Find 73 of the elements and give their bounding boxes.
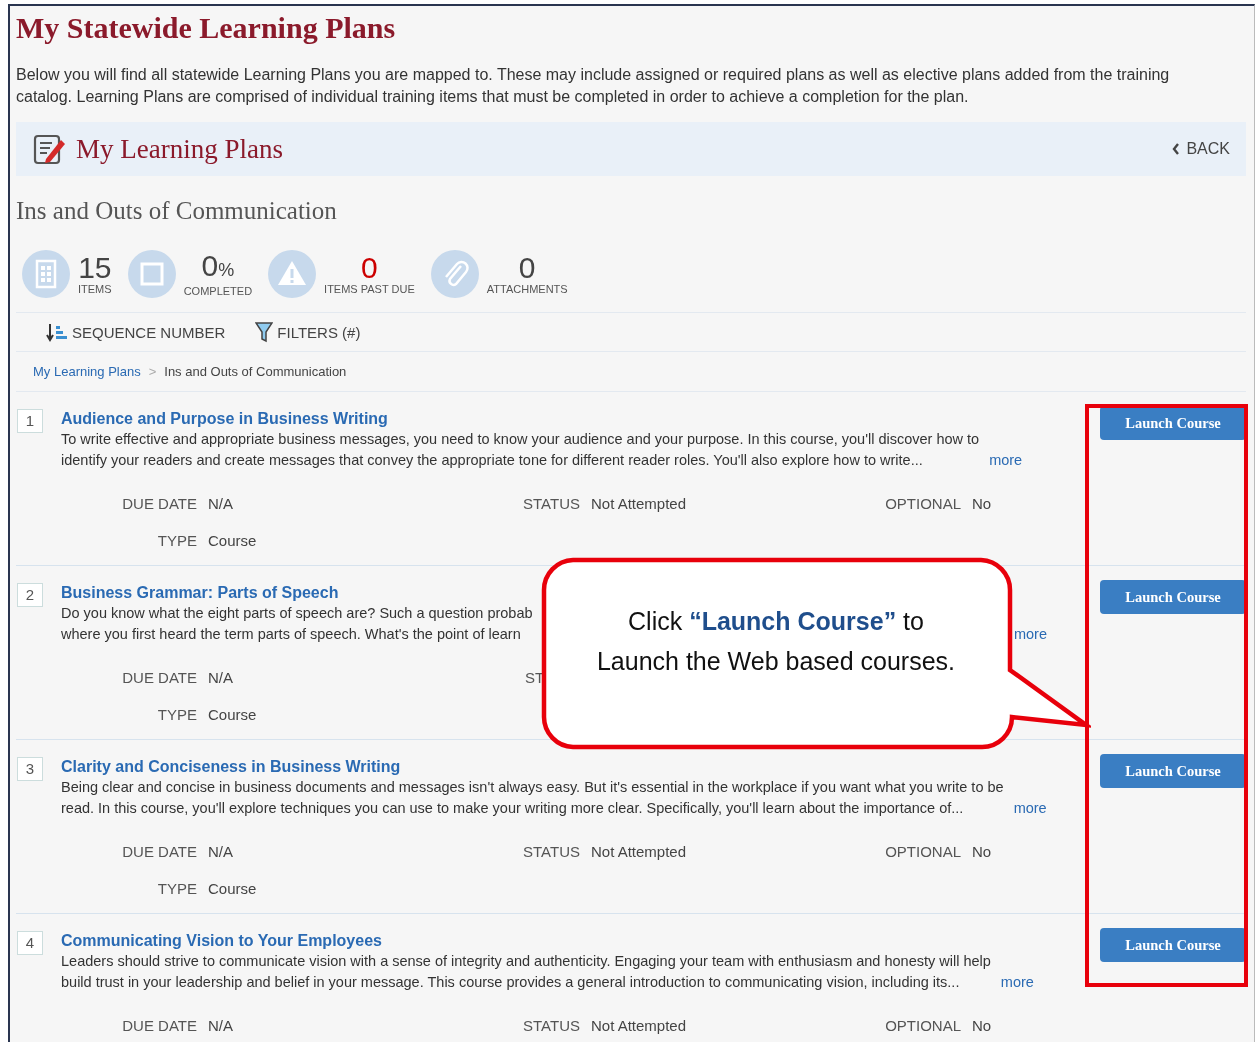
paperclip-icon [430,250,479,298]
field-label: DUE DATE [121,1017,197,1034]
intro-text: Below you will find all statewide Learning Plans you are mapped to. These may include assigned or required plans as well as elective plans added from the training catalog. Learning Plans are comprised of individual training items that must be completed in order to achieve a completion for the plan. [16,65,1171,107]
funnel-icon [255,321,274,343]
field-label: OPTIONAL [884,1017,961,1034]
plan-title: Ins and Outs of Communication [16,196,338,226]
field-value: Course [208,706,257,723]
item-number: 4 [17,931,43,955]
field-label: OPTIONAL [884,843,961,860]
item-number: 3 [17,757,43,781]
field-value: Not Attempted [591,1017,687,1034]
field-value: N/A [208,1017,233,1034]
stat-label: ITEMS PAST DUE [324,283,415,295]
filter-button[interactable]: FILTERS (#) [255,321,361,343]
field-value: No [972,843,992,860]
field-label: OPTIONAL [884,495,961,512]
field-value: Not Attempted [591,495,687,512]
edit-document-icon [32,132,66,166]
field-label: TYPE [156,706,197,723]
more-link[interactable]: more [989,450,1023,471]
field-label: STATUS [522,843,580,860]
course-title-link[interactable]: Business Grammar: Parts of Speech [61,583,339,603]
section-title: My Learning Plans [76,133,283,165]
field-value: Course [208,880,257,897]
field-value: No [972,1017,992,1034]
course-description: Do you know what the eight parts of speech are? Such a question probab where you first heard the term parts of speech. What's the point of learn [61,604,533,644]
course-description: To write effective and appropriate business messages, you need to know your audience and your purpose. In this course, you'll discover how to identify your readers and create messages that convey the appropriate tone for different reader roles. You'll also explore how to write... [61,430,980,470]
launch-course-button[interactable]: Launch Course [1100,928,1246,962]
launch-course-button[interactable]: Launch Course [1100,580,1246,614]
item-number: 1 [17,409,43,433]
course-description: Leaders should strive to communicate vision with a sense of integrity and authenticity. Engaging your team with enthusiasm and honesty will help build trust in your leadership and belief in your message. This course provides a general introduction to communicating vision, including its... [61,952,991,992]
course-description: Being clear and concise in business documents and messages isn't always easy. But it's essential in the workplace if you want what you write to be read. In this course, you'll explore techniques you can use to make your writing more clear. Specifically, you'll learn about the importance of... [61,778,1004,818]
course-title-link[interactable]: Clarity and Conciseness in Business Writing [61,757,401,777]
course-title-link[interactable]: Communicating Vision to Your Employees [61,931,382,951]
field-value: N/A [208,843,233,860]
field-label: DUE DATE [121,495,197,512]
stat-label: COMPLETED [183,285,253,297]
field-value: N/A [208,669,233,686]
stat-value: 0 [361,253,378,283]
breadcrumb-link[interactable]: My Learning Plans [33,364,141,379]
sort-button[interactable]: SEQUENCE NUMBER [46,321,226,343]
field-value: Course [208,532,257,549]
chevron-left-icon [1172,143,1181,155]
field-value: No [972,495,992,512]
more-link[interactable]: more [1013,624,1047,645]
sort-icon [46,322,68,342]
callout-text: Click “Launch Course” to Launch the Web based courses. [595,606,957,677]
back-link[interactable]: BACK [1172,140,1230,158]
checklist-icon [22,250,70,298]
breadcrumb-separator: > [148,364,157,379]
field-value: Not Attempted [591,843,687,860]
warning-icon [268,250,317,298]
stat-label: ITEMS [78,283,112,295]
more-link[interactable]: more [1000,972,1034,993]
stat-value: 0% [201,251,235,284]
field-value: N/A [208,495,233,512]
field-label: STATUS [522,1017,580,1034]
stat-label: ATTACHMENTS [486,283,568,295]
field-label: DUE DATE [121,669,197,686]
field-label: TYPE [156,532,197,549]
field-label: DUE DATE [121,843,197,860]
stat-value: 15 [78,253,112,283]
item-number: 2 [17,583,43,607]
field-label: TYPE [156,880,197,897]
stat-value: 0 [518,253,536,283]
course-title-link[interactable]: Audience and Purpose in Business Writing [61,409,388,429]
page-title: My Statewide Learning Plans [16,10,397,46]
launch-course-button[interactable]: Launch Course [1100,754,1246,788]
launch-course-button[interactable]: Launch Course [1100,406,1246,440]
more-link[interactable]: more [1013,798,1047,819]
field-label: STATUS [522,495,580,512]
field-label: ST [525,669,545,686]
breadcrumb-current: Ins and Outs of Communication [164,364,347,379]
